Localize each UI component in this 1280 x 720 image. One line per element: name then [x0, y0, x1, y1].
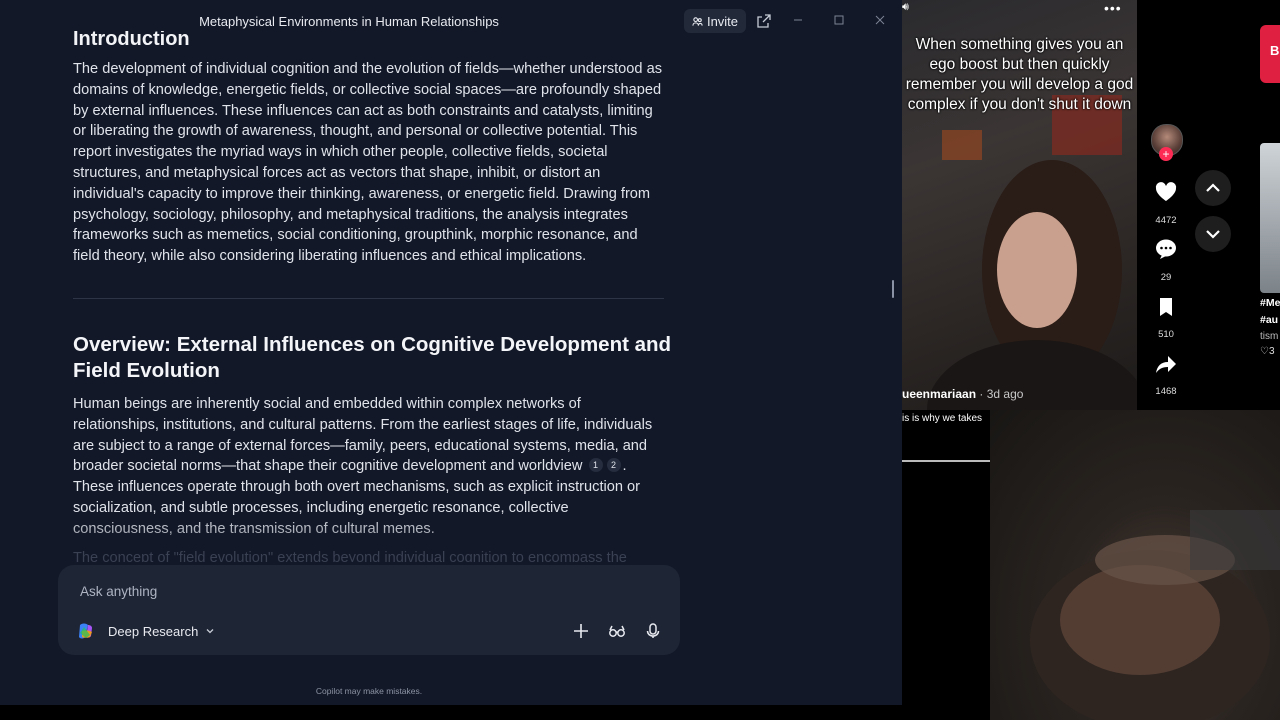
next-card-text: tism: [1260, 331, 1279, 342]
next-video-thumbnail[interactable]: [1260, 143, 1280, 293]
bookmark-icon[interactable]: [1151, 296, 1181, 318]
next-card-like-count: 3: [1268, 346, 1275, 357]
next-card-hashtag-1[interactable]: #Me: [1260, 297, 1280, 309]
copilot-logo-icon: [79, 623, 92, 639]
chevron-down-icon: [1206, 230, 1220, 239]
section-divider: [73, 298, 664, 299]
mode-label: Deep Research: [108, 623, 199, 639]
video-caption: When something gives you an ego boost bu…: [905, 36, 1134, 113]
author-name: ueenmariaan: [902, 387, 977, 401]
maximize-icon[interactable]: [831, 12, 847, 28]
close-icon[interactable]: [872, 12, 888, 28]
disclaimer-text: Copilot may make mistakes.: [315, 686, 423, 696]
video-progress-bar[interactable]: [902, 460, 990, 462]
chevron-down-icon: [206, 629, 214, 634]
minimize-icon[interactable]: [790, 12, 806, 28]
window-title-overlay: Metaphysical Environments in Human Relat…: [199, 14, 499, 29]
follow-plus-icon[interactable]: +: [1159, 147, 1173, 161]
invite-label: Invite: [706, 13, 739, 29]
webcam-overlay: [990, 410, 1280, 720]
heart-icon[interactable]: [1151, 181, 1181, 203]
video-player[interactable]: 🔊︎ ••• When something gives you an ego b…: [902, 0, 1137, 410]
comment-icon[interactable]: [1151, 238, 1181, 260]
more-options-icon[interactable]: •••: [1104, 0, 1122, 16]
message-input[interactable]: Ask anything: [80, 584, 157, 599]
overview-text-a: Human beings are inherently social and e…: [73, 396, 653, 475]
intro-paragraph: The development of individual cognition …: [73, 61, 662, 265]
next-card-badge-label: B: [1270, 43, 1280, 58]
chat-composer: Ask anything Deep Research: [58, 565, 680, 655]
microphone-icon[interactable]: [644, 622, 662, 640]
pop-out-icon[interactable]: [756, 13, 772, 29]
heart-outline-icon: ♡: [1260, 346, 1269, 357]
comment-count: 29: [1160, 272, 1172, 283]
vision-glasses-icon[interactable]: [608, 622, 626, 640]
scrollbar-thumb[interactable]: [892, 280, 894, 298]
video-subtitle: is is why we takes: [902, 413, 983, 424]
next-video-button[interactable]: [1195, 216, 1231, 252]
next-card-likes: ♡3: [1260, 346, 1275, 357]
plus-icon[interactable]: [572, 622, 590, 640]
citation-1[interactable]: 1: [588, 458, 603, 473]
webcam-scene: [1030, 510, 1280, 720]
share-count: 1468: [1155, 386, 1177, 397]
video-author[interactable]: ueenmariaan · 3d ago: [902, 387, 1023, 401]
faded-paragraph: The concept of "field evolution" extends…: [73, 550, 627, 562]
like-count: 4472: [1155, 215, 1177, 226]
tiktok-panel: 🔊︎ ••• When something gives you an ego b…: [902, 0, 1280, 720]
share-icon[interactable]: [1151, 353, 1181, 375]
sound-icon[interactable]: 🔊︎: [902, 1, 909, 14]
next-card-hashtag-2[interactable]: #au: [1260, 314, 1278, 326]
citation-2[interactable]: 2: [606, 458, 621, 473]
chevron-up-icon: [1206, 183, 1220, 192]
deep-research-button[interactable]: Deep Research: [108, 623, 215, 639]
post-age: · 3d ago: [976, 387, 1024, 401]
overview-heading: Overview: External Influences on Cogniti…: [73, 333, 672, 382]
previous-video-button[interactable]: [1195, 170, 1231, 206]
copilot-window: Metaphysical Environments in Human Relat…: [0, 0, 902, 705]
save-count: 510: [1158, 329, 1174, 340]
next-card-badge[interactable]: B: [1260, 25, 1280, 83]
